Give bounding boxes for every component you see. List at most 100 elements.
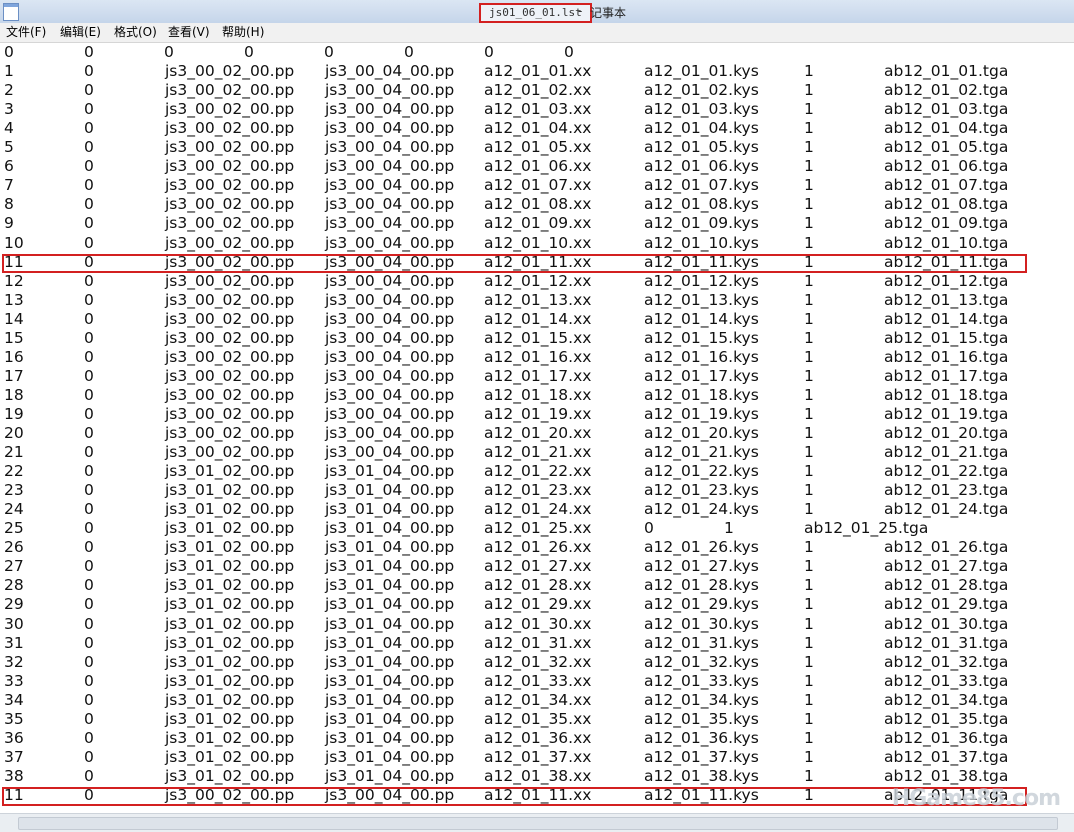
menu-edit[interactable]: 编辑(E) — [58, 23, 103, 42]
text-line: 37 0 js3_01_02_00.pp js3_01_04_00.pp a12_01_… — [0, 748, 1074, 767]
col-index: 36 — [4, 728, 24, 747]
col-tga: ab12_01_05.tga — [884, 138, 1009, 157]
col-kys: a12_01_38.kys — [644, 766, 759, 785]
text-line: 8 0 js3_00_02_00.pp js3_00_04_00.pp a12_01_0… — [0, 195, 1074, 214]
col-index: 7 — [4, 176, 14, 195]
col-count: 1 — [804, 595, 814, 614]
col-index: 16 — [4, 347, 24, 366]
col-xx: a12_01_11.xx — [484, 785, 592, 804]
col-pp-a: js3_00_02_00.pp — [165, 404, 295, 423]
menu-help[interactable]: 帮助(H) — [220, 23, 266, 42]
col-pp-b: js3_00_04_00.pp — [325, 424, 455, 442]
col-flag: 0 — [84, 481, 94, 500]
col-kys: a12_01_02.kys — [644, 81, 759, 100]
col-tga: ab12_01_35.tga — [884, 709, 1009, 728]
col-xx: a12_01_20.xx — [484, 424, 592, 442]
col-pp-b: 0 — [244, 43, 254, 61]
col-count: 1 — [804, 290, 814, 309]
menu-file[interactable]: 文件(F) — [4, 23, 48, 42]
col-count: 1 — [804, 176, 814, 195]
col-kys: 0 — [644, 519, 654, 538]
col-xx: a12_01_22.xx — [484, 462, 592, 481]
col-kys: a12_01_19.kys — [644, 404, 759, 423]
text-line: 27 0 js3_01_02_00.pp js3_01_04_00.pp a12_01_… — [0, 557, 1074, 576]
col-flag: 0 — [84, 138, 94, 157]
col-index: 25 — [4, 519, 24, 538]
horizontal-scrollbar[interactable] — [0, 813, 1074, 832]
text-line: 22 0 js3_01_02_00.pp js3_01_04_00.pp a12_01_… — [0, 462, 1074, 481]
title-bar[interactable]: js01_06_01.lst - 记事本 — [0, 0, 1074, 24]
col-index: 5 — [4, 138, 14, 157]
col-index: 11 — [4, 785, 24, 804]
col-pp-a: js3_00_02_00.pp — [165, 290, 295, 309]
col-flag: 0 — [84, 214, 94, 233]
col-pp-b: js3_01_04_00.pp — [325, 671, 455, 690]
col-pp-b: js3_00_04_00.pp — [325, 347, 455, 366]
col-flag: 0 — [84, 347, 94, 366]
col-index: 23 — [4, 481, 24, 500]
col-pp-b: js3_01_04_00.pp — [325, 614, 455, 633]
text-line: 9 0 js3_00_02_00.pp js3_00_04_00.pp a12_01_0… — [0, 214, 1074, 233]
col-index: 31 — [4, 633, 24, 652]
text-line: 30 0 js3_01_02_00.pp js3_01_04_00.pp a12_01_… — [0, 615, 1074, 634]
col-tga: ab12_01_34.tga — [884, 690, 1009, 709]
col-pp-a: js3_01_02_00.pp — [165, 671, 295, 690]
col-xx: a12_01_19.xx — [484, 404, 592, 423]
col-kys: a12_01_14.kys — [644, 309, 759, 328]
col-xx: a12_01_15.xx — [484, 328, 592, 347]
col-kys: 0 — [404, 43, 414, 61]
col-flag: 0 — [84, 119, 94, 138]
col-index: 6 — [4, 157, 14, 176]
col-xx: a12_01_04.xx — [484, 119, 592, 138]
col-index: 8 — [4, 195, 14, 214]
col-pp-a: js3_01_02_00.pp — [165, 481, 295, 500]
col-flag: 0 — [84, 366, 94, 385]
text-line: 3 0 js3_00_02_00.pp js3_00_04_00.pp a12_01_0… — [0, 100, 1074, 119]
col-kys: a12_01_03.kys — [644, 100, 759, 119]
col-pp-b: js3_01_04_00.pp — [325, 538, 455, 557]
text-line: 10 0 js3_00_02_00.pp js3_00_04_00.pp a12_01_… — [0, 234, 1074, 253]
col-flag: 0 — [84, 633, 94, 652]
col-tga: ab12_01_08.tga — [884, 195, 1009, 214]
col-kys: a12_01_10.kys — [644, 233, 759, 252]
col-flag: 0 — [84, 252, 94, 271]
col-xx: a12_01_12.xx — [484, 271, 592, 290]
col-xx: a12_01_17.xx — [484, 366, 592, 385]
col-tga: ab12_01_26.tga — [884, 538, 1009, 557]
col-pp-a: js3_01_02_00.pp — [165, 538, 295, 557]
col-count: 1 — [804, 62, 814, 81]
col-xx: a12_01_03.xx — [484, 100, 592, 119]
menu-view[interactable]: 查看(V) — [166, 23, 212, 42]
col-count: 1 — [804, 424, 814, 442]
text-line: 28 0 js3_01_02_00.pp js3_01_04_00.pp a12_01_… — [0, 576, 1074, 595]
text-line: 34 0 js3_01_02_00.pp js3_01_04_00.pp a12_01_… — [0, 691, 1074, 710]
col-pp-a: js3_01_02_00.pp — [165, 709, 295, 728]
col-tga: ab12_01_37.tga — [884, 747, 1009, 766]
col-count: 1 — [804, 157, 814, 176]
notepad-icon — [3, 3, 19, 21]
text-line: 16 0 js3_00_02_00.pp js3_00_04_00.pp a12_01_… — [0, 348, 1074, 367]
col-index: 24 — [4, 500, 24, 519]
text-line: 21 0 js3_00_02_00.pp js3_00_04_00.pp a12_01_… — [0, 443, 1074, 462]
col-count: 1 — [804, 576, 814, 595]
col-index: 13 — [4, 290, 24, 309]
text-line: 35 0 js3_01_02_00.pp js3_01_04_00.pp a12_01_… — [0, 710, 1074, 729]
menu-format[interactable]: 格式(O) — [112, 23, 159, 42]
scrollbar-thumb[interactable] — [18, 817, 1058, 830]
col-tga: ab12_01_15.tga — [884, 328, 1009, 347]
col-kys: a12_01_26.kys — [644, 538, 759, 557]
col-index: 19 — [4, 404, 24, 423]
text-editor-area[interactable]: 0 0 0 0 0 0 0 0 1 0 js3_00_02_00.pp js3_00_04_00.pp… — [0, 43, 1074, 813]
col-count: 1 — [804, 652, 814, 671]
col-pp-b: js3_00_04_00.pp — [325, 176, 455, 195]
col-tga: ab12_01_06.tga — [884, 157, 1009, 176]
col-flag: 0 — [84, 62, 94, 81]
col-tga: ab12_01_33.tga — [884, 671, 1009, 690]
col-pp-b: js3_00_04_00.pp — [325, 119, 455, 138]
col-pp-a: js3_00_02_00.pp — [165, 214, 295, 233]
menu-bar: 文件(F) 编辑(E) 格式(O) 查看(V) 帮助(H) — [0, 23, 1074, 43]
col-tga: ab12_01_16.tga — [884, 347, 1009, 366]
col-flag: 0 — [84, 309, 94, 328]
col-count: 1 — [804, 785, 814, 804]
col-pp-a: js3_00_02_00.pp — [165, 81, 295, 100]
